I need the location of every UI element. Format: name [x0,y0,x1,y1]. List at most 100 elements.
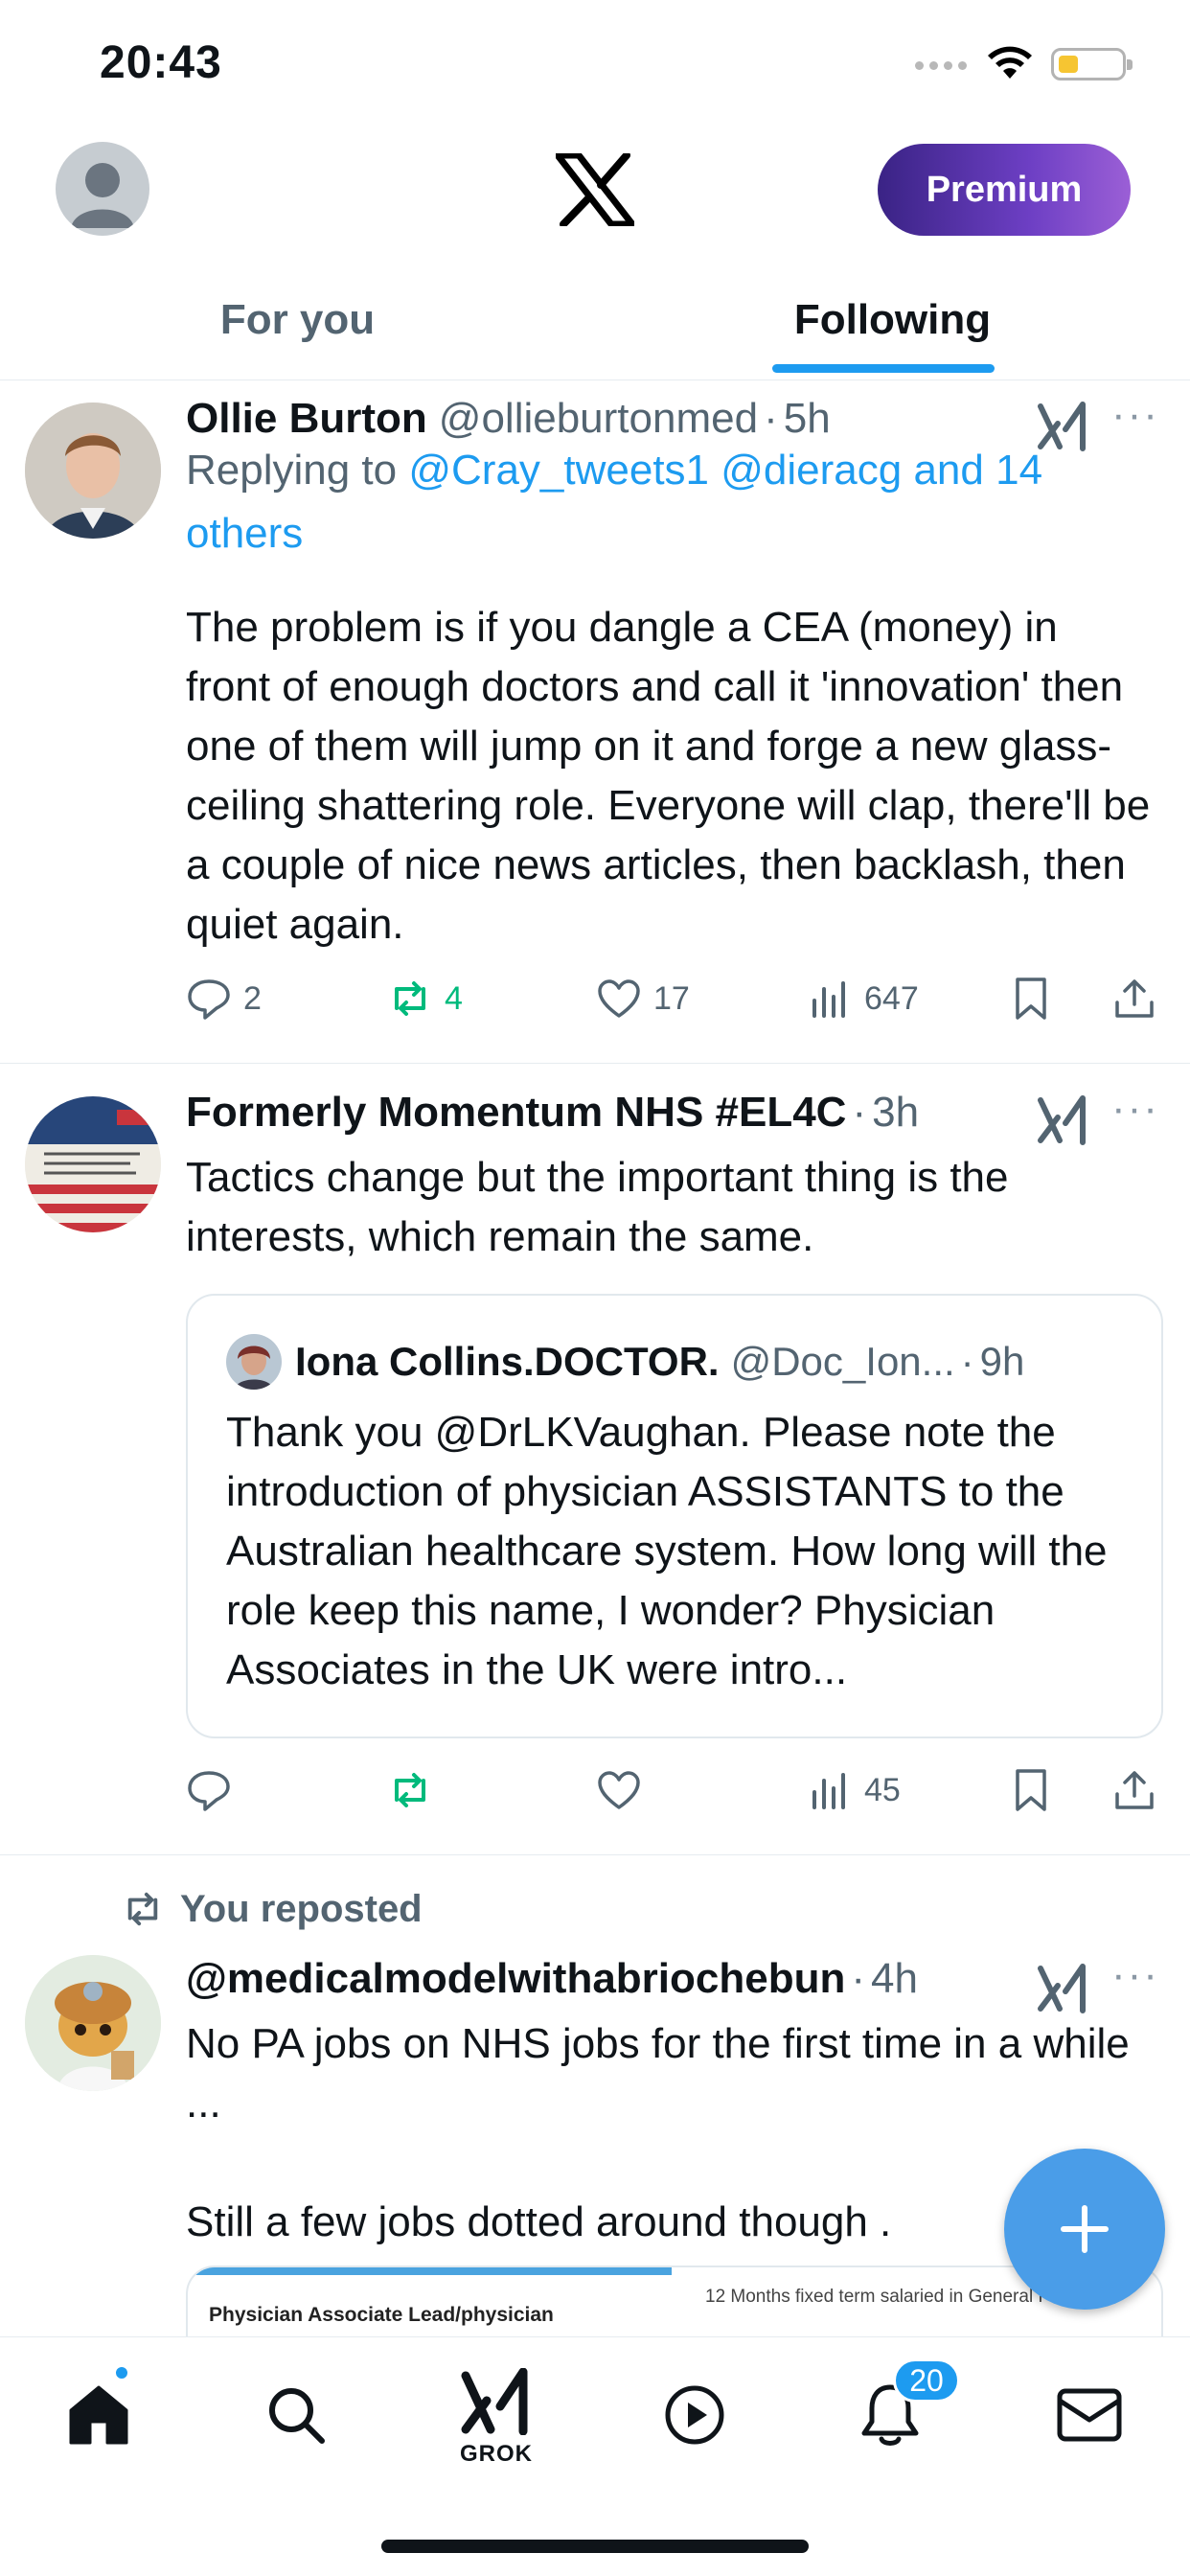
views-button[interactable]: 647 [807,970,919,1027]
more-options-icon[interactable]: ··· [1111,391,1159,439]
repost-indicator: You reposted [121,1888,423,1931]
repost-icon [127,1892,158,1925]
repost-button[interactable] [387,1761,433,1819]
repost-button[interactable]: 4 [387,970,463,1027]
notification-badge: 20 [893,2358,960,2403]
status-bar: 20:43 [0,0,1190,125]
like-button[interactable] [596,1761,642,1819]
repost-label-text: You reposted [180,1888,423,1930]
author-handle[interactable]: @ollieburtonmed [439,395,758,443]
signal-icon [915,61,967,70]
separator-dot: · [851,1955,865,2002]
share-icon [1115,979,1154,1018]
reply-icon [188,1771,230,1811]
heart-icon [598,979,640,1018]
repost-icon [395,1773,425,1807]
author-avatar[interactable] [25,1955,161,2091]
search-icon [269,2388,325,2444]
quoted-author-handle: @Doc_Ion... [730,1339,955,1384]
home-unread-dot [113,2364,130,2381]
tweet-time: 3h [872,1089,920,1136]
quoted-author-avatar [226,1334,282,1390]
premium-button[interactable]: Premium [878,144,1131,236]
repost-icon [395,981,425,1016]
tweet-time: 5h [783,395,831,442]
views-button[interactable]: 45 [807,1761,901,1819]
feed-tabs: For you Following [0,259,1190,380]
view-count: 45 [864,1771,901,1808]
nav-grok[interactable] [452,2358,538,2445]
tweet-time: 4h [871,1955,918,2002]
nav-media[interactable] [652,2372,738,2458]
grok-icon[interactable] [1037,1094,1088,1146]
wifi-icon [988,46,1032,79]
nav-home[interactable] [56,2372,142,2458]
profile-avatar[interactable] [56,142,149,236]
mail-icon [1057,2388,1122,2442]
tweet-actions: 2 4 17 647 [186,970,1163,1027]
timeline-feed[interactable]: Ollie Burton @ollieburtonmed · 5h ··· Re… [0,381,1190,2336]
tweet-text: The problem is if you dangle a CEA (mone… [186,604,1151,948]
home-icon [69,2385,128,2445]
separator-dot: · [764,395,778,442]
x-logo-icon[interactable] [556,153,634,226]
compose-button[interactable] [1004,2149,1165,2310]
nav-messages[interactable] [1046,2372,1133,2458]
plus-icon [1061,2205,1109,2253]
active-tab-indicator [772,364,995,373]
nav-search[interactable] [253,2372,339,2458]
tweet-actions: 45 [186,1761,1163,1819]
author-name[interactable]: Formerly Momentum NHS #EL4C [186,1089,846,1137]
grok-icon [461,2368,528,2435]
card-accent-bar [188,2267,672,2275]
author-name[interactable]: Ollie Burton [186,395,427,443]
author-name[interactable]: @medicalmodelwithabriochebun [186,1955,845,2003]
repost-count: 4 [445,979,463,1017]
author-avatar[interactable] [25,402,161,539]
play-icon [665,2385,724,2445]
like-count: 17 [653,979,690,1017]
views-icon [812,981,845,1018]
tweet[interactable]: Ollie Burton @ollieburtonmed · 5h ··· Re… [0,381,1190,1064]
quoted-tweet-time: 9h [979,1339,1025,1384]
tab-following[interactable]: Following [595,259,1190,380]
link-card-preview[interactable]: Physician Associate Lead/physician 12 Mo… [186,2266,1163,2336]
bookmark-button[interactable] [1008,1761,1054,1819]
more-options-icon[interactable]: ··· [1111,1085,1159,1133]
grok-icon[interactable] [1037,1963,1088,2014]
like-button[interactable]: 17 [596,970,690,1027]
separator-dot: · [852,1089,867,1136]
reply-button[interactable]: 2 [186,970,262,1027]
bookmark-icon [1016,978,1046,1020]
battery-icon [1051,48,1133,80]
more-options-icon[interactable]: ··· [1111,1951,1159,1999]
reply-button[interactable] [186,1761,232,1819]
default-avatar-icon [71,163,134,228]
view-count: 647 [864,979,919,1017]
quoted-tweet-header: Iona Collins.DOCTOR. @Doc_Ion... · 9h [226,1334,1024,1390]
reply-count: 2 [243,979,262,1017]
share-button[interactable] [1111,1761,1157,1819]
reply-icon [188,979,230,1020]
tweet[interactable]: Formerly Momentum NHS #EL4C · 3h ··· Tac… [0,1064,1190,1855]
grok-label: GROK [460,2441,533,2467]
top-header: Premium For you Following [0,125,1190,380]
views-icon [812,1773,845,1809]
bookmark-icon [1016,1769,1046,1811]
share-button[interactable] [1111,970,1157,1027]
status-time: 20:43 [100,37,222,88]
tweet-text: Tactics change but the important thing i… [186,1154,1009,1260]
separator-dot: · [960,1339,974,1384]
tab-for-you[interactable]: For you [0,259,595,380]
card-title: Physician Associate Lead/physician [209,2304,554,2326]
author-avatar[interactable] [25,1096,161,1232]
tweet-header: Formerly Momentum NHS #EL4C · 3h [186,1089,1075,1137]
bookmark-button[interactable] [1008,970,1054,1027]
replying-to-prefix: Replying to [186,447,409,494]
quoted-tweet-text: Thank you @DrLKVaughan. Please note the … [226,1409,1108,1693]
home-indicator [381,2540,809,2553]
quoted-author-name: Iona Collins.DOCTOR. [295,1339,720,1384]
tweet-header: @medicalmodelwithabriochebun · 4h [186,1955,1075,2003]
replying-to: Replying to @Cray_tweets1 @dieracg and 1… [186,439,1154,565]
quoted-tweet[interactable]: Iona Collins.DOCTOR. @Doc_Ion... · 9h Th… [186,1294,1163,1738]
